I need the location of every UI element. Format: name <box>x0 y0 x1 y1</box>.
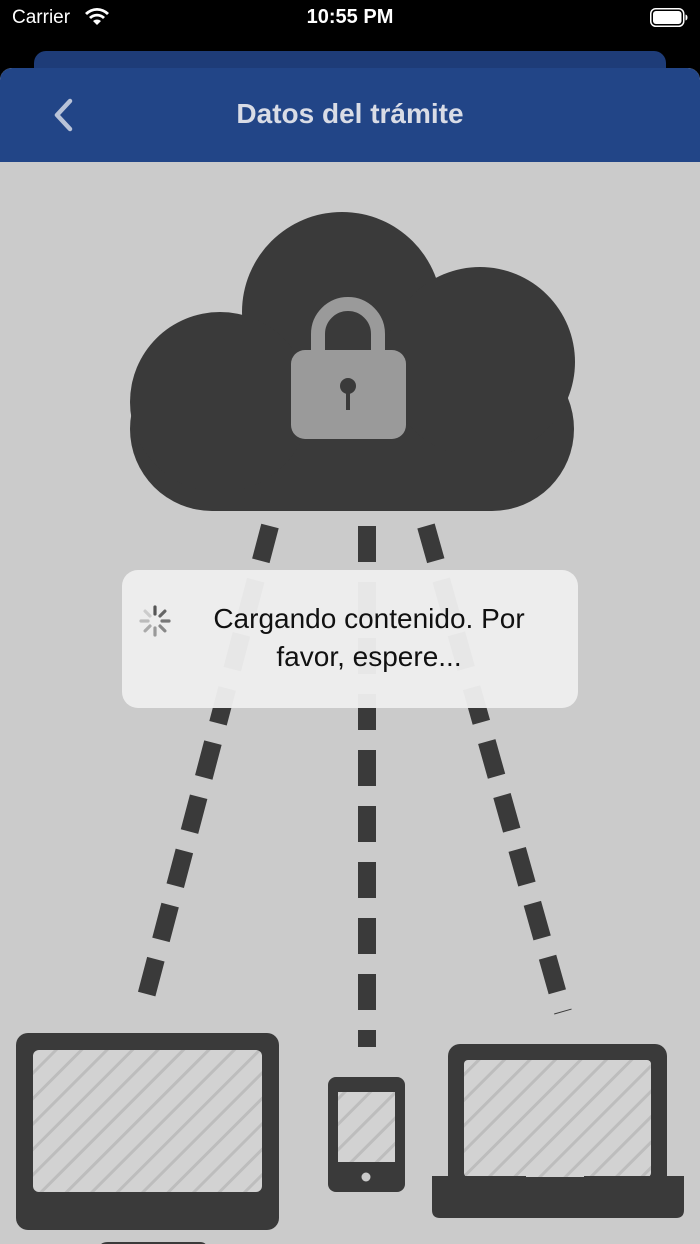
loading-message: Cargando contenido. Por favor, espere... <box>213 603 525 672</box>
battery-icon <box>650 8 688 27</box>
screen: Carrier 10:55 PM Datos del trámite Carga… <box>0 0 700 1244</box>
smartphone-icon <box>328 1077 405 1192</box>
navigation-bar: Datos del trámite <box>0 68 700 162</box>
spinner-icon <box>139 605 171 637</box>
content-sheet: Datos del trámite Cargando contenido. Po… <box>0 68 700 1244</box>
status-time: 10:55 PM <box>306 6 394 28</box>
status-bar: Carrier 10:55 PM <box>0 0 700 40</box>
page-title: Datos del trámite <box>236 98 464 129</box>
desktop-monitor-icon <box>16 1033 279 1244</box>
loading-dialog: Cargando contenido. Por favor, espere... <box>122 570 578 708</box>
laptop-icon <box>432 1044 684 1218</box>
